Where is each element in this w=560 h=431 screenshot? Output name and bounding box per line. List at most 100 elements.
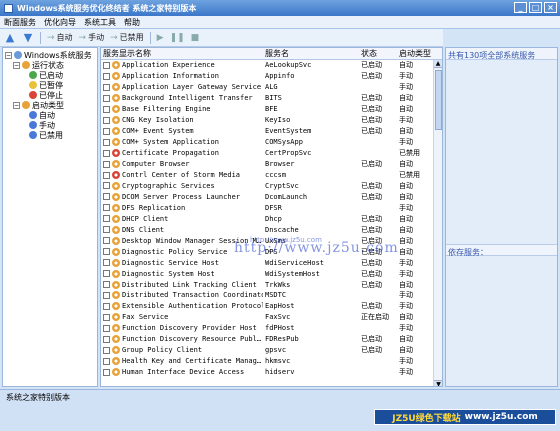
collapse-icon[interactable]: − — [13, 101, 20, 109]
column-header-display-name[interactable]: 服务显示名称 — [101, 48, 263, 59]
row-checkbox[interactable] — [103, 215, 110, 223]
table-row[interactable]: Function Discovery Provider Host fdPHost 手… — [101, 323, 442, 334]
row-checkbox[interactable] — [103, 105, 110, 113]
column-header-startup-type[interactable]: 启动类型 — [397, 48, 433, 59]
tree-group-startup-type[interactable]: − 启动类型 — [5, 100, 95, 110]
row-checkbox[interactable] — [103, 368, 110, 376]
row-checkbox[interactable] — [103, 357, 110, 365]
tree-group-run-state[interactable]: − 运行状态 — [5, 60, 95, 70]
row-checkbox[interactable] — [103, 72, 110, 80]
table-row[interactable]: DFS Replication DFSR 手动 — [101, 202, 442, 213]
table-row[interactable]: Diagnostic System Host WdiSystemHost 已启动 手动 — [101, 268, 442, 279]
collapse-icon[interactable]: − — [5, 51, 12, 59]
tree-item-manual[interactable]: 手动 — [5, 120, 95, 130]
manual-button[interactable]: → 手动 — [79, 32, 105, 43]
pause-icon[interactable]: ❚❚ — [170, 33, 185, 43]
table-row[interactable]: Extensible Authentication Protocol EapHos… — [101, 301, 442, 312]
auto-button[interactable]: → 自动 — [47, 32, 73, 43]
table-row[interactable]: Fax Service FaxSvc 正在启动 自动 — [101, 312, 442, 323]
table-row[interactable]: Cryptographic Services CryptSvc 已启动 自动 — [101, 180, 442, 191]
service-icon — [112, 225, 120, 234]
service-icon — [112, 72, 120, 81]
scroll-down-icon[interactable]: ▼ — [434, 380, 442, 386]
tree-item-stopped[interactable]: 已停止 — [5, 90, 95, 100]
service-icon — [112, 61, 120, 70]
table-row[interactable]: CNG Key Isolation KeyIso 已启动 手动 — [101, 115, 442, 126]
minimize-button[interactable]: _ — [514, 2, 527, 13]
table-row[interactable]: Application Experience AeLookupSvc 已启动 自动 — [101, 60, 442, 71]
column-header-service-name[interactable]: 服务名 — [263, 48, 359, 59]
table-row[interactable]: COM+ System Application COMSysApp 手动 — [101, 137, 442, 148]
row-checkbox[interactable] — [103, 226, 110, 234]
row-checkbox[interactable] — [103, 259, 110, 267]
menu-item-help[interactable]: 帮助 — [124, 17, 140, 28]
menu-item-wizard[interactable]: 优化向导 — [44, 17, 76, 28]
arrow-down-icon[interactable]: ▼ — [22, 31, 34, 44]
row-checkbox[interactable] — [103, 127, 110, 135]
row-checkbox[interactable] — [103, 335, 110, 343]
column-header-status[interactable]: 状态 — [359, 48, 397, 59]
row-checkbox[interactable] — [103, 346, 110, 354]
row-checkbox[interactable] — [103, 248, 110, 256]
table-row[interactable]: Certificate Propagation CertPropSvc 已禁用 — [101, 148, 442, 159]
table-row[interactable]: Human Interface Device Access hidserv 手动 — [101, 367, 442, 378]
row-checkbox[interactable] — [103, 171, 110, 179]
table-row[interactable]: COM+ Event System EventSystem 已启动 自动 — [101, 126, 442, 137]
tree-item-started[interactable]: 已启动 — [5, 70, 95, 80]
table-row[interactable]: Group Policy Client gpsvc 已启动 自动 — [101, 345, 442, 356]
tree-root[interactable]: − Windows系统服务 — [5, 50, 95, 60]
table-row[interactable]: Application Information Appinfo 已启动 手动 — [101, 71, 442, 82]
disabled-button[interactable]: → 已禁用 — [110, 32, 144, 43]
tree-item-paused[interactable]: 已暂停 — [5, 80, 95, 90]
maximize-button[interactable]: □ — [529, 2, 542, 13]
table-row[interactable]: Application Layer Gateway Service ALG 手动 — [101, 82, 442, 93]
row-checkbox[interactable] — [103, 270, 110, 278]
row-checkbox[interactable] — [103, 313, 110, 321]
table-row[interactable]: Contrl Center of Storm Media cccsm 已禁用 — [101, 170, 442, 181]
row-checkbox[interactable] — [103, 83, 110, 91]
scroll-up-icon[interactable]: ▲ — [434, 60, 442, 68]
scroll-thumb[interactable] — [435, 70, 442, 130]
watermark-large: http://www.jz5u.com — [234, 240, 399, 256]
row-checkbox[interactable] — [103, 61, 110, 69]
service-startup-type: 自动 — [399, 225, 413, 234]
table-row[interactable]: DCOM Server Process Launcher DcomLaunch 已启… — [101, 191, 442, 202]
arrow-up-icon[interactable]: ▲ — [4, 31, 16, 44]
row-checkbox[interactable] — [103, 182, 110, 190]
row-checkbox[interactable] — [103, 138, 110, 146]
row-checkbox[interactable] — [103, 281, 110, 289]
row-checkbox[interactable] — [103, 302, 110, 310]
menu-item-service[interactable]: 断面服务 — [4, 17, 36, 28]
row-checkbox[interactable] — [103, 116, 110, 124]
table-row[interactable]: Function Discovery Resource Publ… FDResPu… — [101, 334, 442, 345]
service-startup-type: 自动 — [399, 236, 413, 245]
tree-item-disabled[interactable]: 已禁用 — [5, 130, 95, 140]
table-row[interactable]: DNS Client Dnscache 已启动 自动 — [101, 224, 442, 235]
service-name: hkmsvc — [265, 357, 291, 366]
table-row[interactable]: Background Intelligent Transfer BITS 已启动 自动 — [101, 93, 442, 104]
collapse-icon[interactable]: − — [13, 61, 20, 69]
service-status: 已启动 — [361, 335, 382, 344]
start-icon[interactable]: ▶ — [157, 33, 164, 43]
table-row[interactable]: Health Key and Certificate Manag… hkmsvc 手… — [101, 356, 442, 367]
row-checkbox[interactable] — [103, 160, 110, 168]
table-row[interactable]: Diagnostic Service Host WdiServiceHost 已启动… — [101, 257, 442, 268]
row-checkbox[interactable] — [103, 324, 110, 332]
tree-item-auto[interactable]: 自动 — [5, 110, 95, 120]
table-row[interactable]: Distributed Transaction Coordinator MSDTC… — [101, 290, 442, 301]
row-checkbox[interactable] — [103, 149, 110, 157]
row-checkbox[interactable] — [103, 291, 110, 299]
stop-icon[interactable]: ■ — [191, 33, 200, 43]
row-checkbox[interactable] — [103, 94, 110, 102]
vertical-scrollbar[interactable]: ▲ ▼ — [433, 60, 442, 386]
table-row[interactable]: Distributed Link Tracking Client TrkWks 已启… — [101, 279, 442, 290]
table-row[interactable]: Computer Browser Browser 已启动 自动 — [101, 159, 442, 170]
close-button[interactable]: × — [544, 2, 557, 13]
row-checkbox[interactable] — [103, 193, 110, 201]
service-status: 已启动 — [361, 160, 382, 169]
table-row[interactable]: DHCP Client Dhcp 已启动 自动 — [101, 213, 442, 224]
menu-item-tools[interactable]: 系统工具 — [84, 17, 116, 28]
row-checkbox[interactable] — [103, 237, 110, 245]
row-checkbox[interactable] — [103, 204, 110, 212]
table-row[interactable]: Base Filtering Engine BFE 已启动 自动 — [101, 104, 442, 115]
